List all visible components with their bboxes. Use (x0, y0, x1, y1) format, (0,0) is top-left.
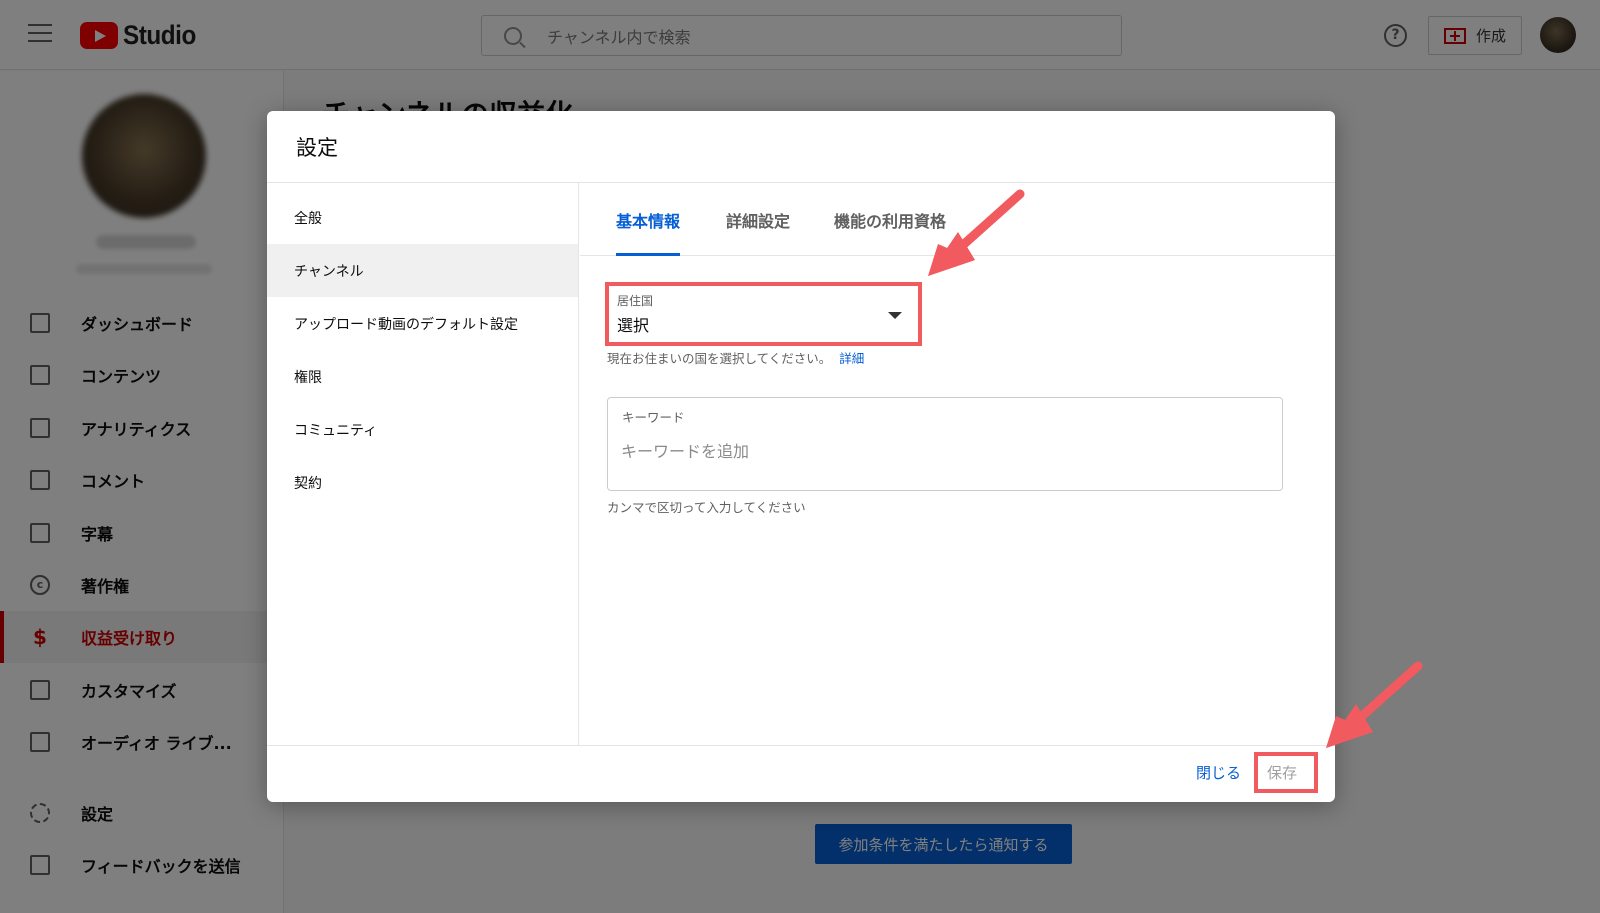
annotation-arrows (928, 189, 1423, 748)
annotation-arrow-country (928, 189, 1025, 276)
annotation-arrow-save (1326, 661, 1423, 748)
